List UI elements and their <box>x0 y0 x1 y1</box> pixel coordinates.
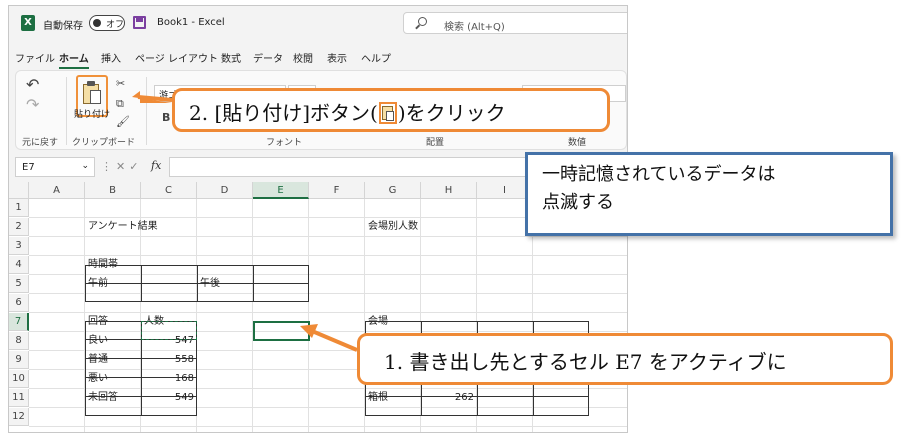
column-header-b[interactable]: B <box>85 182 141 199</box>
cell-b9[interactable]: 普通 <box>85 351 141 369</box>
row-header-7[interactable]: 7 <box>9 313 29 331</box>
cell-g11[interactable]: 箱根 <box>365 389 421 407</box>
tab-review[interactable]: 校閲 <box>293 50 313 65</box>
undo-group-label: 元に戻す <box>22 138 59 148</box>
row-header-6[interactable]: 6 <box>9 294 29 312</box>
cell-d5[interactable]: 午後 <box>197 275 253 293</box>
copy-icon[interactable]: ⧉ <box>116 97 124 111</box>
callout-blinking-note: 一時記憶されているデータは 点滅する <box>525 152 893 236</box>
format-painter-icon[interactable]: 🖌 <box>116 115 130 128</box>
divider <box>66 77 67 145</box>
row-header-1[interactable]: 1 <box>9 199 29 217</box>
ribbon-tabs: ファイル ホーム 挿入 ページ レイアウト 数式 データ 校閲 表示 ヘルプ <box>9 46 627 69</box>
tab-insert[interactable]: 挿入 <box>101 50 121 65</box>
callout-paste-prefix: 2. [貼り付け]ボタン( <box>189 101 378 125</box>
tab-formulas[interactable]: 数式 <box>221 50 241 65</box>
cell-b5[interactable]: 午前 <box>85 275 141 293</box>
search-icon <box>418 17 427 26</box>
row-header-5[interactable]: 5 <box>9 275 29 293</box>
note-line-1: 一時記憶されているデータは <box>542 164 776 185</box>
cell-c10[interactable]: 168 <box>141 370 197 388</box>
tab-data[interactable]: データ <box>253 50 283 65</box>
gridline <box>29 236 627 237</box>
callout-paste-suffix: )をクリック <box>397 101 506 125</box>
cell-b10[interactable]: 悪い <box>85 370 141 388</box>
row-header-10[interactable]: 10 <box>9 370 29 388</box>
cell-g2[interactable]: 会場別人数 <box>365 218 421 236</box>
alignment-group-label: 配置 <box>426 138 445 148</box>
paste-label: 貼り付け <box>74 110 111 120</box>
active-cell-e7[interactable] <box>253 321 310 341</box>
excel-logo-icon: X <box>21 15 35 31</box>
tab-help[interactable]: ヘルプ <box>361 50 391 65</box>
document-title: Book1 - Excel <box>157 17 225 28</box>
search-box[interactable]: 検索 (Alt+Q) <box>403 12 627 34</box>
undo-icon[interactable]: ↶ <box>26 75 39 94</box>
title-bar: X 自動保存 オフ Book1 - Excel 検索 (Alt+Q) <box>9 6 627 40</box>
autosave-state: オフ <box>106 20 125 30</box>
number-group-label: 数値 <box>568 138 587 148</box>
paste-icon <box>83 81 103 107</box>
gridline <box>29 426 627 427</box>
cell-b8[interactable]: 良い <box>85 332 141 350</box>
cancel-enter-icons[interactable]: ⋮✕✓ <box>101 160 142 173</box>
row-header-9[interactable]: 9 <box>9 351 29 369</box>
note-line-2: 点滅する <box>542 191 614 213</box>
copy-marquee <box>141 321 197 340</box>
divider <box>146 77 147 145</box>
clipboard-group-label: クリップボード <box>72 138 136 148</box>
font-group-label: フォント <box>266 138 303 148</box>
row-header-11[interactable]: 11 <box>9 389 29 407</box>
autosave-toggle[interactable]: オフ <box>89 15 125 31</box>
cell-h11[interactable]: 262 <box>421 389 477 407</box>
search-placeholder: 検索 (Alt+Q) <box>444 22 505 33</box>
tab-file[interactable]: ファイル <box>15 50 55 65</box>
column-header-e[interactable]: E <box>253 182 309 199</box>
column-header-d[interactable]: D <box>197 182 253 199</box>
cell-b11[interactable]: 未回答 <box>85 389 141 407</box>
tab-home[interactable]: ホーム <box>59 50 89 69</box>
select-all-corner[interactable] <box>9 182 29 199</box>
cut-icon[interactable]: ✂ <box>116 77 125 90</box>
cell-g7[interactable]: 会場 <box>365 313 421 331</box>
bold-button[interactable]: B <box>162 111 170 124</box>
tab-page-layout[interactable]: ページ レイアウト <box>135 50 218 65</box>
row-header-3[interactable]: 3 <box>9 237 29 255</box>
callout-paste-step: 2. [貼り付け]ボタン( )をクリック <box>172 88 610 132</box>
cell-c11[interactable]: 549 <box>141 389 197 407</box>
redo-icon[interactable]: ↷ <box>26 95 39 114</box>
cell-b4[interactable]: 時間帯 <box>85 256 141 274</box>
insert-function-icon[interactable]: fx <box>151 159 161 172</box>
column-header-a[interactable]: A <box>29 182 85 199</box>
chevron-down-icon[interactable]: ⌄ <box>81 161 89 171</box>
column-header-f[interactable]: F <box>309 182 365 199</box>
name-box[interactable]: E7 ⌄ <box>15 157 95 177</box>
column-header-h[interactable]: H <box>421 182 477 199</box>
row-header-12[interactable]: 12 <box>9 408 29 426</box>
column-header-c[interactable]: C <box>141 182 197 199</box>
row-header-8[interactable]: 8 <box>9 332 29 350</box>
toggle-knob-icon <box>93 19 101 27</box>
row-header-4[interactable]: 4 <box>9 256 29 274</box>
cell-c9[interactable]: 558 <box>141 351 197 369</box>
cell-b2[interactable]: アンケート結果 <box>85 218 158 236</box>
paste-icon <box>378 102 397 124</box>
row-header-2[interactable]: 2 <box>9 218 29 236</box>
save-icon[interactable] <box>133 16 146 29</box>
column-header-g[interactable]: G <box>365 182 421 199</box>
tab-view[interactable]: 表示 <box>327 50 347 65</box>
autosave-label: 自動保存 <box>43 21 83 32</box>
gridline <box>252 199 253 432</box>
callout-cell-text: 1. 書き出し先とするセル E7 をアクティブに <box>384 350 787 374</box>
callout-cell-step: 1. 書き出し先とするセル E7 をアクティブに <box>357 333 893 385</box>
cell-b7[interactable]: 回答 <box>85 313 141 331</box>
name-box-value: E7 <box>22 162 35 173</box>
gridline <box>308 199 309 432</box>
